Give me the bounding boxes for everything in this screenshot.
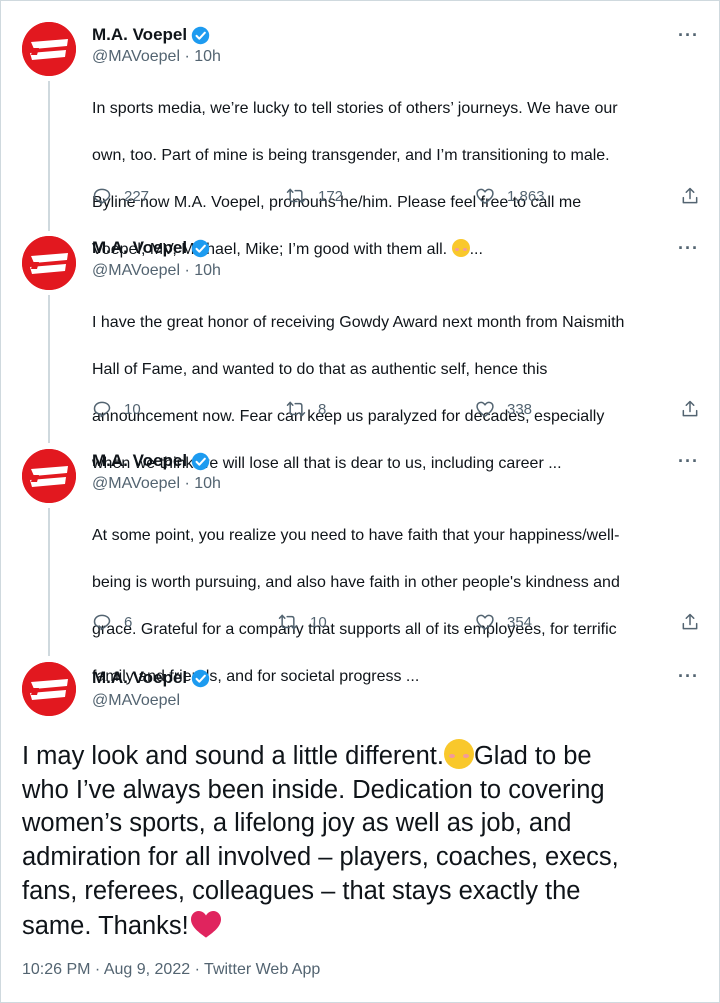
handle[interactable]: @MAVoepel	[92, 692, 180, 710]
main-tweet-line: admiration for all involved – players, c…	[22, 843, 619, 872]
display-name[interactable]: M.A. Voepel	[92, 25, 187, 45]
tweet-header: M.A. Voepel	[92, 449, 210, 473]
tweet-header: M.A. Voepel	[92, 236, 210, 260]
like-button[interactable]: 354	[475, 612, 532, 632]
reply-button[interactable]: 6	[92, 612, 132, 632]
like-button[interactable]: 1,863	[475, 186, 545, 206]
like-count: 1,863	[507, 187, 545, 205]
reply-button[interactable]: 227	[92, 186, 149, 206]
tweet-line: In sports media, we’re lucky to tell sto…	[92, 99, 618, 117]
retweet-button[interactable]: 8	[286, 399, 326, 419]
more-icon[interactable]: ···	[678, 238, 699, 259]
display-name[interactable]: M.A. Voepel	[92, 451, 187, 471]
verified-badge-icon	[191, 239, 210, 258]
tweet-line: being is worth pursuing, and also have f…	[92, 573, 620, 591]
main-tweet-line: I may look and sound a little different.…	[22, 739, 702, 774]
reply-icon	[93, 188, 111, 205]
espn-logo-icon[interactable]	[22, 662, 76, 716]
reply-count: 10	[124, 400, 141, 418]
retweet-button[interactable]: 172	[286, 186, 343, 206]
main-tweet-text: I may look and sound a little different.…	[22, 739, 702, 943]
tweet-line: own, too. Part of mine is being transgen…	[92, 146, 610, 164]
retweet-icon	[286, 188, 306, 204]
heart-icon	[476, 401, 494, 417]
main-tweet-line: who I’ve always been inside. Dedication …	[22, 775, 605, 804]
thread-tweet-3[interactable]: M.A. Voepel @MAVoepel · 10h ··· At some …	[1, 429, 720, 685]
tweet-actions: 227 172 1,863	[92, 186, 702, 208]
handle-time[interactable]: @MAVoepel · 10h	[92, 48, 221, 66]
main-tweet: M.A. Voepel @MAVoepel ··· I may look and…	[1, 642, 720, 1003]
main-text-segment: I may look and sound a little different.	[22, 742, 444, 770]
verified-badge-icon	[191, 669, 210, 688]
main-text-segment: same. Thanks!	[22, 911, 189, 940]
main-tweet-line: fans, referees, colleagues – that stays …	[22, 876, 581, 905]
display-name[interactable]: M.A. Voepel	[92, 238, 187, 258]
retweet-icon	[278, 614, 298, 630]
espn-logo-icon[interactable]	[22, 236, 76, 290]
more-icon[interactable]: ···	[678, 451, 699, 472]
reply-icon	[93, 401, 111, 418]
share-icon	[682, 613, 698, 630]
thread-tweet-2[interactable]: M.A. Voepel @MAVoepel · 10h ··· I have t…	[1, 216, 720, 472]
main-tweet-line: same. Thanks!	[22, 909, 702, 944]
like-count: 338	[507, 400, 533, 418]
like-button[interactable]: 338	[475, 399, 532, 419]
tweet-line: At some point, you realize you need to h…	[92, 526, 620, 544]
tweet-thread-card: M.A. Voepel @MAVoepel · 10h ··· In sport…	[0, 0, 720, 1003]
share-icon	[682, 187, 698, 204]
tweet-timestamp[interactable]: 10:26 PM · Aug 9, 2022 · Twitter Web App	[22, 961, 320, 979]
display-name[interactable]: M.A. Voepel	[92, 668, 187, 688]
more-icon[interactable]: ···	[678, 25, 699, 46]
retweet-count: 8	[318, 400, 327, 418]
red-heart-emoji-icon	[189, 909, 223, 939]
more-icon[interactable]: ···	[678, 666, 699, 687]
share-button[interactable]	[680, 399, 700, 419]
tweet-header: M.A. Voepel	[92, 23, 210, 47]
retweet-count: 172	[318, 187, 344, 205]
like-count: 354	[507, 613, 533, 631]
handle-time[interactable]: @MAVoepel · 10h	[92, 475, 221, 493]
thread-tweet-1[interactable]: M.A. Voepel @MAVoepel · 10h ··· In sport…	[1, 1, 720, 258]
reply-button[interactable]: 10	[92, 399, 141, 419]
reply-count: 6	[124, 613, 133, 631]
main-text-segment: Glad to be	[473, 742, 592, 770]
tweet-actions: 6 10 354	[92, 612, 702, 634]
tweet-line: Hall of Fame, and wanted to do that as a…	[92, 360, 548, 378]
tweet-actions: 10 8 338	[92, 399, 702, 421]
share-icon	[682, 400, 698, 417]
retweet-count: 10	[310, 613, 327, 631]
retweet-button[interactable]: 10	[278, 612, 327, 632]
tweet-line: I have the great honor of receiving Gowd…	[92, 313, 625, 331]
heart-icon	[476, 614, 494, 630]
reply-count: 227	[124, 187, 150, 205]
handle-time[interactable]: @MAVoepel · 10h	[92, 262, 221, 280]
verified-badge-icon	[191, 26, 210, 45]
espn-logo-icon[interactable]	[22, 22, 76, 76]
verified-badge-icon	[191, 452, 210, 471]
share-button[interactable]	[680, 612, 700, 632]
reply-icon	[93, 614, 111, 631]
tweet-header: M.A. Voepel	[92, 666, 210, 690]
main-tweet-line: women’s sports, a lifelong joy as well a…	[22, 809, 572, 838]
smiling-face-emoji-icon	[443, 739, 474, 769]
heart-icon	[476, 188, 494, 204]
share-button[interactable]	[680, 186, 700, 206]
espn-logo-icon[interactable]	[22, 449, 76, 503]
retweet-icon	[286, 401, 306, 417]
